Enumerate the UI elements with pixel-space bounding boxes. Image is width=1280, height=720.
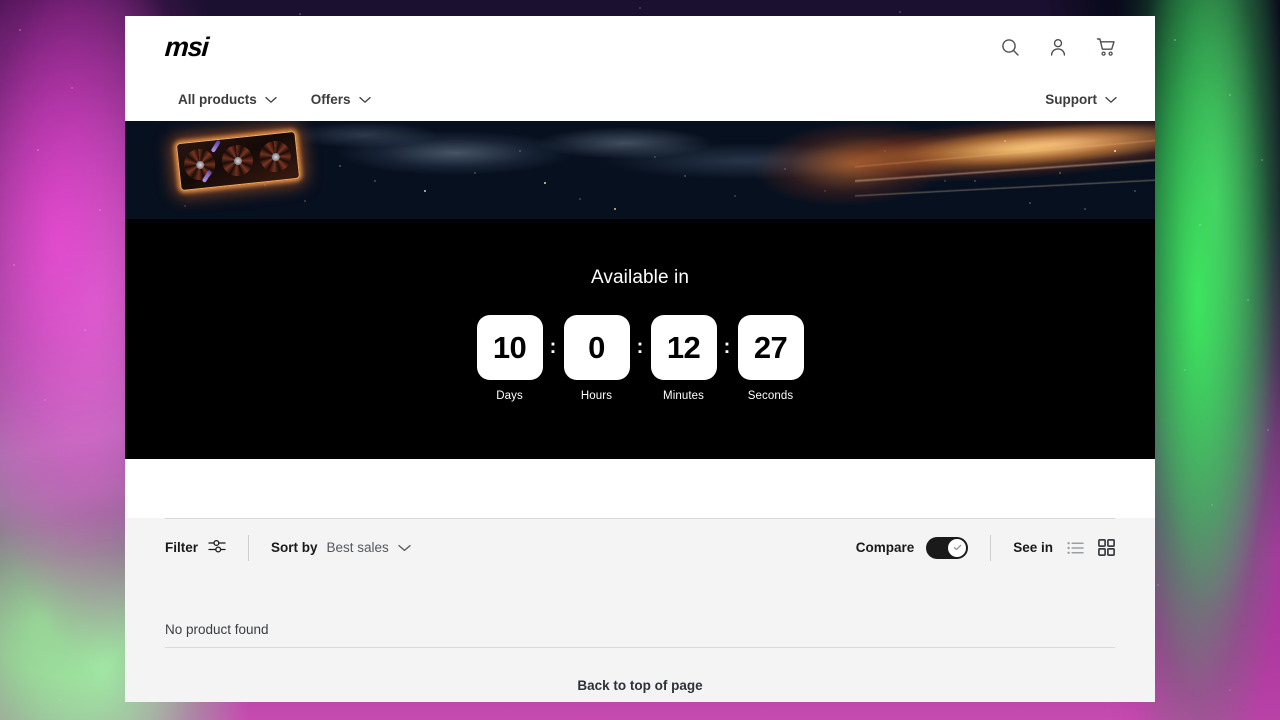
header-top-row: msi: [125, 16, 1155, 78]
countdown-value: 0: [588, 330, 605, 365]
nav-primary-group: All products Offers: [178, 92, 371, 107]
chevron-down-icon: [1105, 92, 1117, 107]
countdown-unit-seconds: 27 Seconds: [737, 315, 804, 402]
compare-label: Compare: [855, 540, 915, 555]
toolbar-right-group: Compare See in: [855, 534, 1115, 561]
countdown-label: Days: [496, 390, 523, 402]
countdown-section: Available in 10 Days : 0 Hours : 12 Minu…: [125, 219, 1155, 459]
empty-results-message: No product found: [165, 622, 269, 637]
countdown-title: Available in: [590, 267, 690, 288]
countdown-label: Hours: [580, 390, 613, 402]
account-icon[interactable]: [1048, 37, 1068, 57]
countdown-box: 12: [650, 315, 717, 380]
nav-item-label: All products: [178, 92, 257, 107]
countdown-unit-days: 10 Days: [476, 315, 543, 402]
countdown-value: 12: [666, 330, 701, 365]
see-in-control: See in: [1013, 539, 1115, 556]
countdown-separator: :: [549, 336, 557, 358]
see-in-label: See in: [1013, 540, 1053, 555]
nav-item-support[interactable]: Support: [1045, 92, 1117, 107]
countdown-box: 0: [563, 315, 630, 380]
hero-sparks-layer: [125, 121, 1155, 219]
check-icon: [953, 544, 961, 551]
countdown-value: 10: [492, 330, 527, 365]
chevron-down-icon: [358, 92, 371, 107]
nav-secondary-group: Support: [1045, 92, 1117, 107]
nav-item-label: Support: [1045, 92, 1097, 107]
countdown-box: 27: [737, 315, 804, 380]
toolbar-divider-right: [990, 534, 992, 561]
countdown-unit-hours: 0 Hours: [563, 315, 630, 402]
countdown-label: Seconds: [747, 390, 794, 402]
sort-by-dropdown[interactable]: Sort by Best sales: [271, 540, 411, 555]
countdown-label: Minutes: [663, 390, 704, 402]
listing-toolbar: Filter Sort by Best sales Compare See in: [165, 519, 1115, 576]
desktop-background: msi All products Offers Support Availabl…: [0, 0, 1280, 720]
header-nav-row: All products Offers Support: [125, 78, 1155, 121]
toolbar-divider-left: [248, 534, 250, 561]
msi-logo[interactable]: msi: [164, 32, 209, 62]
list-view-icon[interactable]: [1067, 541, 1084, 555]
toolbar-left-group: Filter Sort by Best sales: [165, 534, 411, 561]
countdown-unit-minutes: 12 Minutes: [650, 315, 717, 402]
countdown-separator: :: [723, 336, 731, 358]
countdown-box: 10: [476, 315, 543, 380]
grid-view-icon[interactable]: [1098, 539, 1115, 556]
sliders-icon: [208, 538, 226, 557]
back-to-top-link[interactable]: Back to top of page: [577, 678, 702, 693]
nav-item-all-products[interactable]: All products: [178, 92, 277, 107]
chevron-down-icon: [265, 92, 277, 107]
site-header: msi All products Offers Support: [125, 16, 1155, 121]
browser-window: msi All products Offers Support Availabl…: [125, 16, 1155, 702]
filter-label: Filter: [165, 540, 199, 555]
header-icon-group: [1000, 37, 1117, 57]
product-listing-section: Filter Sort by Best sales Compare See in…: [125, 518, 1155, 648]
countdown-separator: :: [636, 336, 644, 358]
footer-strip: Back to top of page: [125, 648, 1155, 702]
countdown-value: 27: [753, 330, 788, 365]
hero-banner-image: [125, 121, 1155, 219]
compare-toggle[interactable]: [926, 536, 969, 559]
sort-by-label: Sort by: [271, 540, 318, 555]
nav-item-offers[interactable]: Offers: [311, 92, 371, 107]
sort-by-value: Best sales: [326, 540, 389, 555]
cart-icon[interactable]: [1096, 37, 1117, 57]
compare-control[interactable]: Compare: [855, 536, 969, 559]
toggle-knob: [948, 538, 967, 557]
filter-button[interactable]: Filter: [165, 538, 226, 557]
chevron-down-icon: [398, 540, 411, 555]
nav-item-label: Offers: [310, 92, 351, 107]
search-icon[interactable]: [1000, 37, 1020, 57]
countdown-row: 10 Days : 0 Hours : 12 Minutes: 27 Seco…: [476, 315, 804, 402]
